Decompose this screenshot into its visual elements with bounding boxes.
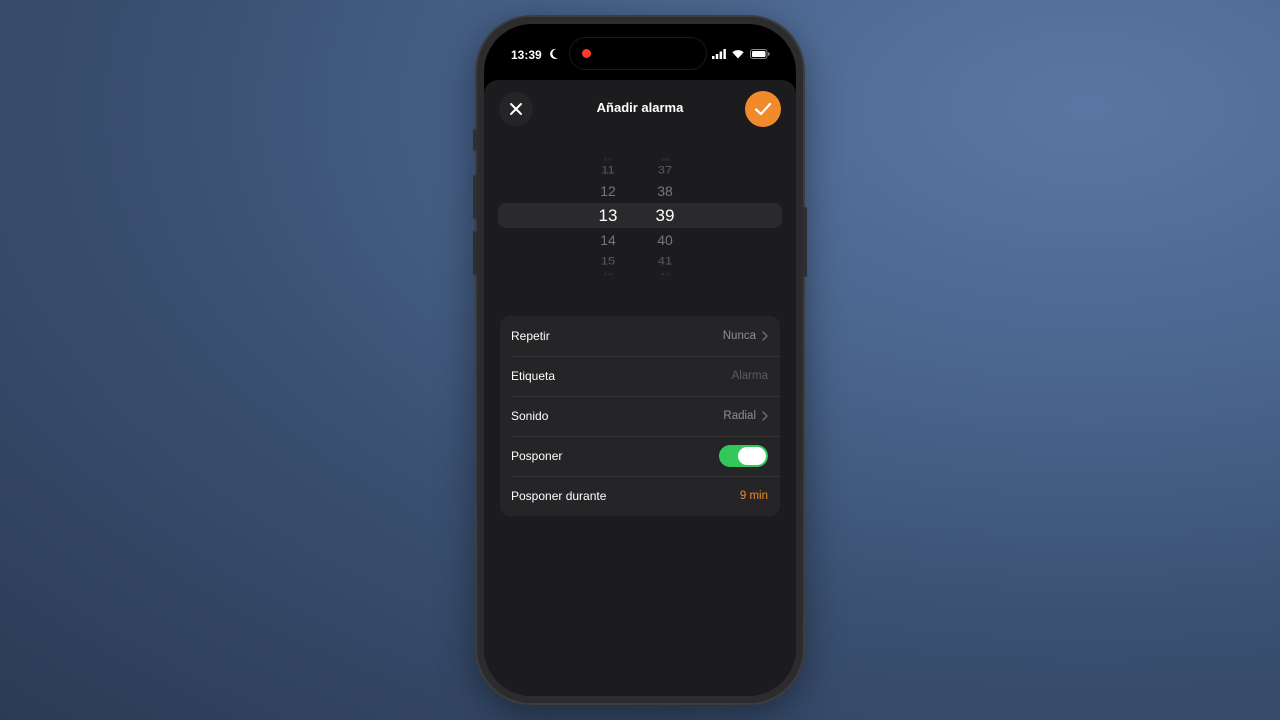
picker-minute: 41 bbox=[657, 254, 673, 267]
moon-icon bbox=[550, 48, 558, 59]
signal-icon bbox=[712, 49, 726, 59]
picker-hour: 15 bbox=[600, 254, 616, 267]
picker-hour: 11 bbox=[601, 163, 615, 176]
snooze-toggle[interactable] bbox=[719, 445, 768, 467]
add-alarm-sheet: Añadir alarma 10 11 12 13 14 15 16 36 37… bbox=[484, 80, 796, 696]
toggle-knob bbox=[738, 447, 766, 465]
chevron-right-icon bbox=[762, 331, 768, 341]
home-indicator bbox=[590, 684, 690, 688]
repeat-row[interactable]: Repetir Nunca bbox=[500, 316, 780, 356]
snooze-label: Posponer bbox=[511, 449, 563, 463]
confirm-button[interactable] bbox=[745, 91, 781, 127]
repeat-value: Nunca bbox=[722, 330, 756, 342]
action-button bbox=[473, 129, 477, 151]
picker-minute: 38 bbox=[657, 183, 673, 199]
picker-hour: 16 bbox=[602, 271, 613, 277]
status-icons bbox=[712, 49, 770, 59]
status-time: 13:39 bbox=[511, 48, 542, 62]
label-input[interactable]: Alarma bbox=[732, 370, 768, 382]
picker-minute: 42 bbox=[659, 271, 670, 277]
dynamic-island bbox=[570, 38, 706, 69]
repeat-label: Repetir bbox=[511, 329, 550, 343]
picker-minute: 40 bbox=[657, 232, 673, 248]
volume-down-button bbox=[473, 231, 477, 275]
checkmark-icon bbox=[754, 102, 772, 116]
sound-row[interactable]: Sonido Radial bbox=[500, 396, 780, 436]
picker-minute: 36 bbox=[659, 156, 670, 162]
snooze-row: Posponer bbox=[500, 436, 780, 476]
volume-up-button bbox=[473, 175, 477, 219]
picker-minute-selected: 39 bbox=[655, 206, 675, 225]
sound-value: Radial bbox=[723, 410, 756, 422]
picker-minute: 37 bbox=[657, 163, 673, 176]
picker-hour: 12 bbox=[600, 183, 616, 199]
label-row[interactable]: Etiqueta Alarma bbox=[500, 356, 780, 396]
recording-indicator bbox=[582, 49, 591, 58]
snooze-duration-row[interactable]: Posponer durante 9 min bbox=[500, 476, 780, 516]
picker-hour: 10 bbox=[602, 156, 613, 162]
phone-frame: 13:39 Añadir alarma 10 11 12 13 14 15 16… bbox=[473, 17, 807, 703]
power-button bbox=[803, 207, 807, 277]
minute-wheel[interactable]: 36 37 38 39 40 41 42 bbox=[635, 150, 695, 282]
chevron-right-icon bbox=[762, 411, 768, 421]
battery-icon bbox=[750, 49, 770, 59]
sound-label: Sonido bbox=[511, 409, 549, 423]
picker-hour: 14 bbox=[600, 232, 616, 248]
time-picker[interactable]: 10 11 12 13 14 15 16 36 37 38 39 40 41 4… bbox=[484, 150, 796, 282]
alarm-settings-list: Repetir Nunca Etiqueta Alarma Sonido Rad… bbox=[500, 316, 780, 516]
hour-wheel[interactable]: 10 11 12 13 14 15 16 bbox=[578, 150, 638, 282]
snooze-duration-label: Posponer durante bbox=[511, 489, 607, 503]
label-label: Etiqueta bbox=[511, 369, 556, 383]
wifi-icon bbox=[732, 50, 744, 59]
picker-hour-selected: 13 bbox=[598, 206, 618, 225]
phone-screen: 13:39 Añadir alarma 10 11 12 13 14 15 16… bbox=[484, 24, 796, 696]
snooze-duration-value: 9 min bbox=[739, 490, 768, 502]
